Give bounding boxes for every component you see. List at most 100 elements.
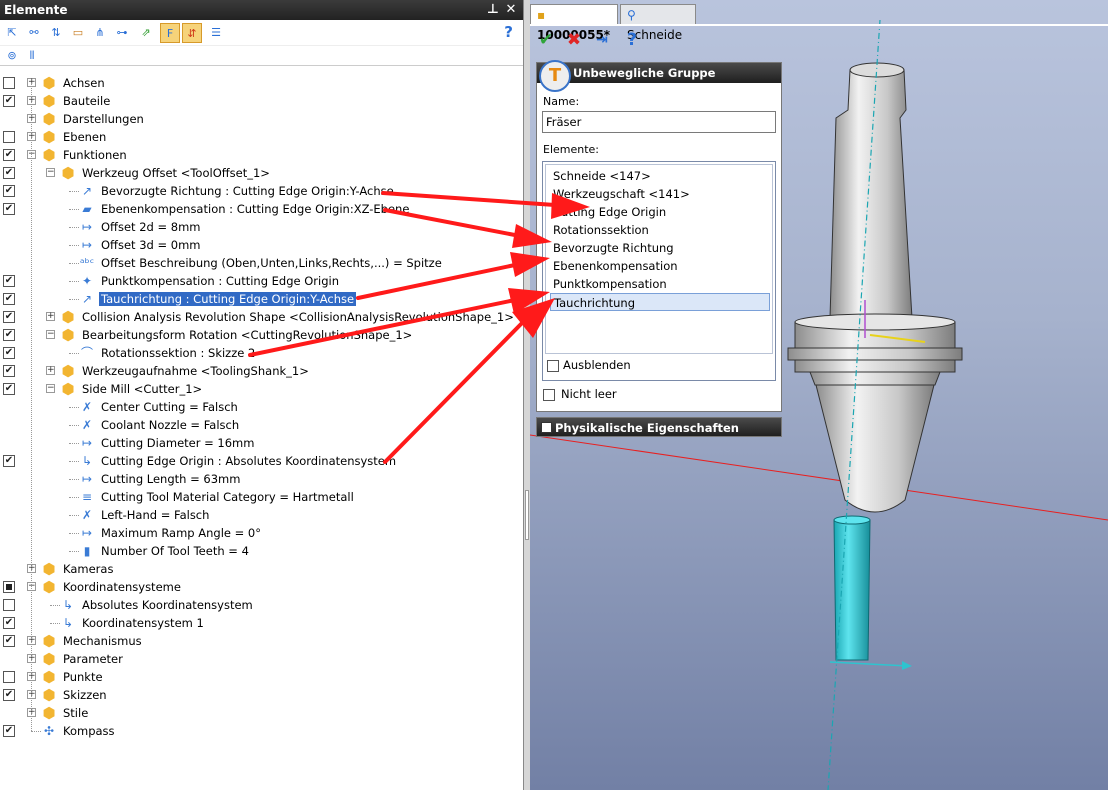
close-icon[interactable]: ✕ [503, 2, 519, 18]
visibility-checkbox[interactable] [3, 95, 15, 107]
visibility-checkbox[interactable] [3, 725, 15, 737]
tree-row[interactable]: + ⬢ Achsen [0, 74, 522, 92]
list-item[interactable]: Tauchrichtung [550, 293, 770, 311]
tree-row[interactable]: + ⬢ Punkte [0, 668, 522, 686]
tree-row[interactable]: ᵃᵇᶜ Offset Beschreibung (Oben,Unten,Links… [0, 254, 522, 272]
visibility-checkbox[interactable] [3, 635, 15, 647]
visibility-checkbox[interactable] [3, 329, 15, 341]
list-item[interactable]: Cutting Edge Origin [550, 203, 770, 221]
visibility-checkbox[interactable] [3, 293, 15, 305]
list-item[interactable]: Ebenenkompensation [550, 257, 770, 275]
hierarchy-icon[interactable]: ⋔ [90, 23, 110, 43]
visibility-checkbox[interactable] [3, 347, 15, 359]
tree-row[interactable]: ↦ Offset 3d = 0mm [0, 236, 522, 254]
tree-row[interactable]: + ⬢ Werkzeugaufnahme <ToolingShank_1> [0, 362, 522, 380]
sort-icon[interactable]: ⇅ [46, 23, 66, 43]
confirm-icon[interactable]: ✔ [536, 30, 556, 50]
name-field[interactable] [542, 111, 776, 133]
visibility-checkbox[interactable] [3, 365, 15, 377]
tree-row[interactable]: −⬢ Side Mill <Cutter_1> [0, 380, 522, 398]
visibility-checkbox[interactable] [3, 203, 15, 215]
help-icon-right[interactable]: ? [622, 30, 642, 50]
elements-list[interactable]: Schneide <147> Werkzeugschaft <141> Cuttin… [545, 164, 773, 354]
tree-view-icon[interactable]: ⊶ [112, 23, 132, 43]
cancel-icon[interactable]: ✖ [564, 30, 584, 50]
list-item[interactable]: Schneide <147> [550, 167, 770, 185]
tree-row[interactable]: +⬢Bauteile [0, 92, 522, 110]
tree-row[interactable]: ✗ Coolant Nozzle = Falsch [0, 416, 522, 434]
tree-row[interactable]: +⬢Mechanismus [0, 632, 522, 650]
tree-row[interactable]: ↦ Offset 2d = 8mm [0, 218, 522, 236]
visibility-checkbox[interactable] [3, 167, 15, 179]
list-item[interactable]: Rotationssektion [550, 221, 770, 239]
list-item[interactable]: Werkzeugschaft <141> [550, 185, 770, 203]
tree-row[interactable]: + ⬢ Stile [0, 704, 522, 722]
tree-row[interactable]: ✗ Center Cutting = Falsch [0, 398, 522, 416]
visibility-checkbox[interactable] [3, 275, 15, 287]
link-icon[interactable]: ⚯ [24, 23, 44, 43]
binoculars-icon[interactable]: ⊚ [2, 46, 22, 66]
tag-icon[interactable]: ▭ [68, 23, 88, 43]
tree-row[interactable]: + ⬢ Parameter [0, 650, 522, 668]
pin-icon[interactable]: ⊥ [485, 2, 501, 18]
visibility-checkbox[interactable] [3, 77, 15, 89]
expand-icon[interactable]: + [46, 366, 55, 375]
tree-row[interactable]: ↳ Koordinatensystem 1 [0, 614, 522, 632]
tree-row[interactable]: ✦ Punktkompensation : Cutting Edge Origin [0, 272, 522, 290]
not-empty-checkbox[interactable] [543, 389, 555, 401]
filter-left-icon[interactable]: F [160, 23, 180, 43]
splitter-grip[interactable] [525, 490, 529, 540]
list-item[interactable]: Punktkompensation [550, 275, 770, 293]
tree-row[interactable]: + ⬢ Kameras [0, 560, 522, 578]
visibility-checkbox[interactable] [3, 185, 15, 197]
select-icon[interactable]: ⇱ [2, 23, 22, 43]
tree-row[interactable]: −⬢ Werkzeug Offset <ToolOffset_1> [0, 164, 522, 182]
tree-row[interactable]: + ⬢ Ebenen [0, 128, 522, 146]
tree-row[interactable]: ≡ Cutting Tool Material Category = Hartme… [0, 488, 522, 506]
columns-icon[interactable]: ⦀ [22, 46, 42, 66]
expand-icon[interactable]: + [46, 312, 55, 321]
list-item[interactable]: Bevorzugte Richtung [550, 239, 770, 257]
tree-row[interactable]: ↳ Cutting Edge Origin : Absolutes Koordin… [0, 452, 522, 470]
tree-row[interactable]: ✣ Kompass [0, 722, 522, 740]
tree-row[interactable]: ↦ Maximum Ramp Angle = 0° [0, 524, 522, 542]
link-tool-icon[interactable]: ⇥ [592, 30, 612, 50]
collapse-icon[interactable]: − [46, 384, 55, 393]
tree-row[interactable]: −⬢ Bearbeitungsform Rotation <CuttingRevo… [0, 326, 522, 344]
hide-checkbox[interactable] [547, 360, 559, 372]
physical-properties-checkbox[interactable] [541, 422, 552, 433]
tree-row[interactable]: ⌒ Rotationssektion : Skizze 2 [0, 344, 522, 362]
tree-row[interactable]: ↳ Absolutes Koordinatensystem [0, 596, 522, 614]
tree-row[interactable]: − ⬢ Koordinatensysteme [0, 578, 522, 596]
list-icon[interactable]: ☰ [206, 23, 226, 43]
tree-row[interactable]: ↦ Cutting Diameter = 16mm [0, 434, 522, 452]
tree-row[interactable]: ▮ Number Of Tool Teeth = 4 [0, 542, 522, 560]
help-icon[interactable]: ? [504, 23, 513, 41]
tab-schneide[interactable]: ⚲ Schneide [620, 4, 696, 42]
visibility-checkbox[interactable] [3, 131, 15, 143]
visibility-checkbox[interactable] [3, 617, 15, 629]
tree-row[interactable]: + ⬢ Collision Analysis Revolution Shape <C… [0, 308, 522, 326]
visibility-checkbox[interactable] [3, 311, 15, 323]
visibility-checkbox[interactable] [3, 383, 15, 395]
collapse-icon[interactable]: − [46, 330, 55, 339]
visibility-checkbox[interactable] [3, 455, 15, 467]
visibility-checkbox[interactable] [3, 689, 15, 701]
tree-row[interactable]: ✗ Left-Hand = Falsch [0, 506, 522, 524]
tree-row[interactable]: −⬢Funktionen [0, 146, 522, 164]
tree-row[interactable]: ▰ Ebenenkompensation : Cutting Edge Origi… [0, 200, 522, 218]
visibility-checkbox[interactable] [3, 581, 15, 593]
sort-az-icon[interactable]: ⇵ [182, 23, 202, 43]
tree-row[interactable]: +⬢Skizzen [0, 686, 522, 704]
visibility-checkbox[interactable] [3, 671, 15, 683]
tree-row[interactable]: ↗ Tauchrichtung : Cutting Edge Origin:Y-A… [0, 290, 522, 308]
visibility-checkbox[interactable] [3, 149, 15, 161]
tree-row[interactable]: ↗ Bevorzugte Richtung : Cutting Edge Orig… [0, 182, 522, 200]
physical-properties-header[interactable]: Physikalische Eigenschaften [536, 417, 782, 437]
tree-row[interactable]: + ⬢ Darstellungen [0, 110, 522, 128]
export-icon[interactable]: ⇗ [136, 23, 156, 43]
collapse-icon[interactable]: − [46, 168, 55, 177]
tab-document[interactable]: ▪ 10000055* [530, 4, 618, 42]
tree-row[interactable]: ↦ Cutting Length = 63mm [0, 470, 522, 488]
visibility-checkbox[interactable] [3, 599, 15, 611]
